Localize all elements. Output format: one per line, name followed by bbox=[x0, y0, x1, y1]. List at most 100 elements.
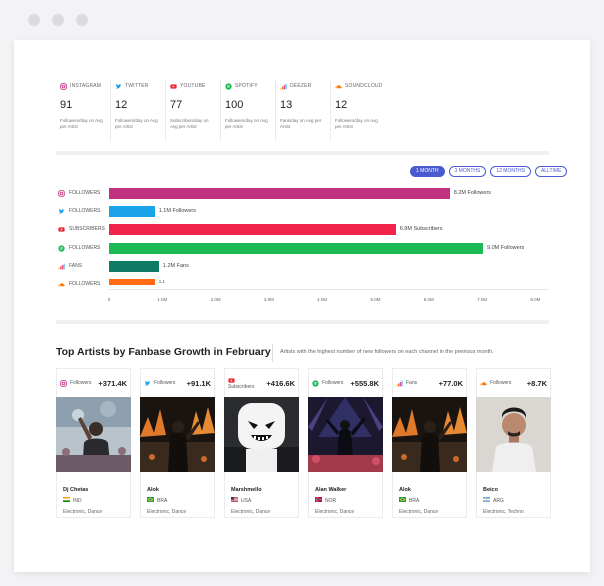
artist-country-code: BRA bbox=[409, 497, 420, 504]
soundcloud-icon bbox=[335, 83, 342, 90]
stat-note: Followers/day on Avg per Artist bbox=[225, 118, 268, 129]
stat-note: Followers/day on Avg per Artist bbox=[335, 118, 378, 129]
artist-card-header: Fans +77.0K bbox=[393, 369, 466, 397]
stat-platform-label: TWITTER bbox=[125, 83, 149, 89]
artist-name[interactable]: Alok bbox=[399, 487, 466, 493]
twitter-icon bbox=[144, 380, 151, 387]
deezer-icon bbox=[396, 380, 403, 387]
stat-platform-label: SPOTIFY bbox=[235, 83, 258, 89]
range-1-month-button[interactable]: 1 MONTH bbox=[410, 166, 445, 177]
chart-x-tick-label: 1.0M bbox=[157, 297, 168, 302]
stat-value: 12 bbox=[335, 99, 348, 111]
deezer-icon bbox=[58, 263, 65, 270]
flag-usa-icon bbox=[231, 497, 241, 504]
stat-value: 12 bbox=[115, 99, 128, 111]
artist-country: USA bbox=[231, 497, 298, 504]
artist-genre: Electronic, Dance bbox=[147, 509, 187, 515]
range-alltime-button[interactable]: ALLTIME bbox=[534, 166, 568, 177]
artist-card-header: Followers +371.4K bbox=[57, 369, 130, 397]
artist-source-label: Followers bbox=[490, 380, 512, 386]
stat-platform-label: YOUTUBE bbox=[180, 83, 206, 89]
range-12-months-button[interactable]: 12 MONTHS bbox=[490, 166, 531, 177]
artist-card[interactable]: Followers +371.4K Dj Chetas IND Electronic, … bbox=[56, 368, 131, 518]
artist-name[interactable]: Alok bbox=[147, 487, 214, 493]
stat-platform-label: DEEZER bbox=[290, 83, 312, 89]
artist-country-code: NOR bbox=[325, 497, 337, 504]
chart-bar-value-label: 1.2M Fans bbox=[162, 263, 189, 269]
section-description: Artists with the highest number of new f… bbox=[280, 349, 494, 355]
chart-x-tick-label: 2.0M bbox=[210, 297, 221, 302]
chart-row-label-text: SUBSCRIBERS bbox=[69, 226, 105, 232]
stat-platform-header: SOUNDCLOUD bbox=[335, 80, 386, 92]
chart-x-tick-label: 3.0M bbox=[263, 297, 274, 302]
artist-name[interactable]: Dj Chetas bbox=[63, 487, 130, 493]
artist-source-label: Followers bbox=[322, 380, 344, 386]
artist-source: Followers bbox=[312, 379, 344, 387]
artist-photo[interactable] bbox=[56, 397, 131, 477]
stat-note: Followers/day on Avg per Artist bbox=[115, 118, 158, 129]
artist-card[interactable]: Subscribers +416.6K Marshmello USA Electroni… bbox=[224, 368, 299, 518]
instagram-icon bbox=[58, 189, 65, 197]
stat-value: 77 bbox=[170, 99, 183, 111]
artist-growth: +91.1K bbox=[186, 378, 211, 388]
section-separator bbox=[272, 344, 273, 362]
instagram-icon bbox=[60, 82, 67, 90]
artist-country-code: USA bbox=[241, 497, 252, 504]
artist-source: Fans bbox=[396, 380, 417, 387]
artist-card[interactable]: Fans +77.0K Alok BRA Electronic, Dance bbox=[392, 368, 467, 518]
flag-nor-icon bbox=[315, 497, 325, 504]
artist-name[interactable]: Marshmello bbox=[231, 487, 298, 493]
flag-ind-icon bbox=[63, 497, 73, 504]
artist-name[interactable]: Alan Walker bbox=[315, 487, 382, 493]
chart-bar bbox=[109, 206, 155, 217]
soundcloud-icon bbox=[58, 281, 65, 288]
artist-country: BRA bbox=[399, 497, 466, 504]
chart-x-tick-label: 5.0M bbox=[370, 297, 381, 302]
artist-name[interactable]: Beico bbox=[483, 487, 550, 493]
chart-bar-value-label: 1.1 bbox=[158, 279, 165, 284]
artist-genre: Electronic, Dance bbox=[399, 509, 439, 515]
stat-platform-label: SOUNDCLOUD bbox=[345, 83, 383, 89]
chart-x-tick-label: 6.0M bbox=[423, 297, 434, 302]
chart-bar-value-label: 9.0M Followers bbox=[487, 245, 525, 251]
artist-country: BRA bbox=[147, 497, 214, 504]
youtube-icon bbox=[58, 226, 65, 233]
chart-x-tick-label: 8.0M bbox=[530, 297, 541, 302]
artist-photo[interactable] bbox=[392, 397, 467, 477]
artist-card[interactable]: Followers +555.8K Alan Walker NOR Electronic… bbox=[308, 368, 383, 518]
window-dot-close[interactable] bbox=[28, 14, 40, 26]
deezer-icon bbox=[280, 83, 287, 90]
chart-row-label: SUBSCRIBERS bbox=[58, 225, 105, 233]
stat-platform-header: SPOTIFY bbox=[225, 80, 275, 92]
window-chrome bbox=[0, 0, 604, 40]
chart-bar bbox=[109, 188, 450, 199]
chart-row-label: FOLLOWERS bbox=[58, 207, 100, 215]
artist-source: Followers bbox=[144, 380, 175, 387]
dashboard-card: INSTAGRAM 91 Followers/day on Avg per Arti… bbox=[14, 40, 590, 572]
stat-platform-label: INSTAGRAM bbox=[70, 83, 102, 89]
window-dot-maximize[interactable] bbox=[76, 14, 88, 26]
flag-arg-icon bbox=[483, 497, 493, 504]
artist-card[interactable]: Followers +8.7K Beico ARG Electronic, Techno bbox=[476, 368, 551, 518]
chart-row-label: FOLLOWERS bbox=[58, 189, 100, 197]
artist-growth: +416.6K bbox=[266, 378, 295, 388]
artist-genre: Electronic, Dance bbox=[315, 509, 355, 515]
artist-photo[interactable] bbox=[140, 397, 215, 477]
stat-platform-header: TWITTER bbox=[115, 80, 165, 92]
stat-instagram: INSTAGRAM 91 Followers/day on Avg per Arti… bbox=[56, 80, 111, 142]
flag-bra-icon bbox=[399, 497, 409, 504]
range-3-months-button[interactable]: 3 MONTHS bbox=[448, 166, 487, 177]
stat-twitter: TWITTER 12 Followers/day on Avg per Artist bbox=[111, 80, 166, 142]
divider bbox=[56, 320, 549, 324]
window-dot-minimize[interactable] bbox=[52, 14, 64, 26]
chart-row-label: FOLLOWERS bbox=[58, 244, 100, 252]
artist-genre: Electronic, Dance bbox=[231, 509, 271, 515]
artist-genre: Electronic, Dance bbox=[63, 509, 103, 515]
artist-photo[interactable] bbox=[224, 397, 299, 477]
artist-photo[interactable] bbox=[476, 397, 551, 477]
stat-spotify: SPOTIFY 100 Followers/day on Avg per Artis… bbox=[221, 80, 276, 142]
chart-x-tick-label: 4.0M bbox=[317, 297, 328, 302]
chart-row-label-text: FOLLOWERS bbox=[69, 281, 101, 287]
artist-card[interactable]: Followers +91.1K Alok BRA Electronic, Dance bbox=[140, 368, 215, 518]
artist-photo[interactable] bbox=[308, 397, 383, 477]
